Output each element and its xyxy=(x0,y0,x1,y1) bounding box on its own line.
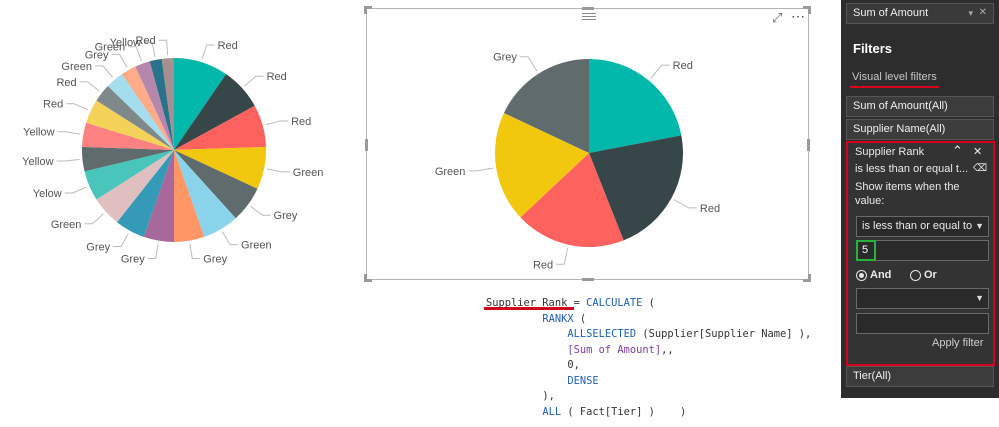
slice-label: Red xyxy=(673,60,693,72)
slice-label: Red xyxy=(56,77,76,89)
apply-filter-button[interactable]: Apply filter xyxy=(932,337,983,349)
and-label: And xyxy=(870,269,892,281)
slice-label: Red xyxy=(218,40,238,52)
value-text: 5 xyxy=(862,244,869,256)
section-underline xyxy=(850,86,939,88)
filter-supplier-name[interactable]: Supplier Name(All) xyxy=(846,119,994,140)
slice-label: Green xyxy=(293,167,324,179)
slice-label: Red xyxy=(267,71,287,83)
leader-line xyxy=(468,167,494,172)
slice-label: Yellow xyxy=(22,156,53,168)
filter-sum-of-amount[interactable]: Sum of Amount(All) xyxy=(846,96,994,117)
leader-line xyxy=(201,44,215,60)
dax-zero: 0, xyxy=(567,359,580,371)
leader-line xyxy=(158,39,169,56)
second-condition-dropdown[interactable]: ▼ xyxy=(856,288,989,309)
leader-line xyxy=(111,53,128,68)
dax-arg: (Supplier[Supplier Name] ), xyxy=(636,328,812,340)
dax-dense: DENSE xyxy=(567,374,599,387)
slice-label: Grey xyxy=(121,253,145,265)
leader-line xyxy=(244,75,264,87)
eraser-icon[interactable]: ⌫ xyxy=(973,163,987,174)
dax-rankx: RANKX xyxy=(542,312,574,325)
dax-equals: = xyxy=(567,297,587,309)
slice-label: Green xyxy=(61,61,92,73)
filter-label: Sum of Amount(All) xyxy=(853,100,948,112)
or-label: Or xyxy=(924,269,937,281)
slice-label: Red xyxy=(291,116,311,128)
dax-all: ALL xyxy=(542,405,562,418)
slice-label: Red xyxy=(135,35,155,47)
filter-tier[interactable]: Tier(All) xyxy=(846,366,994,387)
slice-label: Yellow xyxy=(23,127,54,139)
dax-measure-ref: [Sum of Amount] xyxy=(567,343,662,356)
value-input[interactable]: 5 xyxy=(856,240,876,261)
second-value-input[interactable] xyxy=(856,313,989,334)
leader-line xyxy=(56,159,80,162)
condition-value: is less than or equal to xyxy=(862,220,973,232)
filter-label: Supplier Name(All) xyxy=(853,123,946,135)
leader-line xyxy=(250,205,271,216)
filter-card-supplier-rank: Supplier Rank ⌃ ✕ is less than or equal … xyxy=(846,141,995,366)
dax-measure-name: Supplier Rank xyxy=(486,297,568,309)
leader-line xyxy=(57,131,81,135)
leader-line xyxy=(113,233,129,247)
slice-label: Green xyxy=(51,219,82,231)
remove-filter-icon[interactable]: ✕ xyxy=(973,145,982,158)
visual-level-filters-label: Visual level filters xyxy=(852,71,937,83)
slice-label: Grey xyxy=(274,210,298,222)
collapse-icon[interactable]: ⌃ xyxy=(952,143,963,159)
slice-label: Green xyxy=(241,240,272,252)
leader-line xyxy=(64,186,87,194)
show-items-label: Show items when the xyxy=(855,181,960,193)
slice-label: Grey xyxy=(493,52,517,64)
chevron-down-icon[interactable]: ▾ xyxy=(968,7,973,20)
filter-summary: is less than or equal t... xyxy=(855,163,969,175)
leader-line xyxy=(519,56,538,72)
filters-pane: Sum of Amount ▾ ✕ Filters Visual level f… xyxy=(841,0,999,398)
left-pie-chart: Red Red Red Green Grey Green Grey Grey Grey Green… xyxy=(22,35,324,265)
leader-line xyxy=(66,103,89,111)
value-field-well[interactable]: Sum of Amount ▾ ✕ xyxy=(846,3,994,24)
leader-line xyxy=(147,243,159,259)
pane-title: Filters xyxy=(853,41,893,56)
condition-dropdown[interactable]: is less than or equal to ▼ xyxy=(856,216,989,237)
leader-line xyxy=(265,120,289,126)
slice-label: Green xyxy=(435,166,466,178)
slice-label: Red xyxy=(533,259,553,271)
chevron-down-icon: ▼ xyxy=(975,293,984,303)
leader-line xyxy=(79,81,100,92)
leader-line xyxy=(221,231,239,246)
filter-label: Tier(All) xyxy=(853,370,892,382)
leader-line xyxy=(84,213,104,225)
dax-all-arg: ( Fact[Tier] ) ) xyxy=(561,405,687,418)
slice-label: Yelow xyxy=(33,188,62,200)
center-pie-chart: Red Red Red Green Grey xyxy=(435,52,720,272)
leader-line xyxy=(650,64,670,79)
close-icon[interactable]: ✕ xyxy=(979,6,987,19)
leader-line xyxy=(189,243,201,259)
dax-paren: ( xyxy=(573,312,587,325)
dax-code-block: Supplier Rank = CALCULATE ( RANKX ( ALLS… xyxy=(486,296,811,420)
leader-line xyxy=(266,168,290,173)
leader-line xyxy=(94,65,114,78)
slice-label: Grey xyxy=(203,253,227,265)
and-radio[interactable] xyxy=(856,270,867,281)
field-label: Sum of Amount xyxy=(853,7,929,19)
dax-close: ), xyxy=(542,390,555,402)
slice-label: Red xyxy=(43,99,63,111)
or-radio[interactable] xyxy=(910,270,921,281)
dax-commas: ,, xyxy=(661,343,674,356)
dax-allselected: ALLSELECTED xyxy=(567,328,637,340)
slice-label: Red xyxy=(700,203,720,215)
leader-line xyxy=(556,247,569,265)
dax-paren: ( xyxy=(642,297,655,309)
leader-line xyxy=(673,199,697,209)
dax-calculate: CALCULATE xyxy=(586,297,643,309)
selected-visual[interactable]: ⤢ ⋯ Red Red Red Green Grey xyxy=(364,6,811,282)
slice-label: Grey xyxy=(86,241,110,253)
filter-card-title: Supplier Rank xyxy=(855,146,925,158)
value-label: value: xyxy=(855,195,885,207)
chevron-down-icon: ▼ xyxy=(975,221,984,231)
